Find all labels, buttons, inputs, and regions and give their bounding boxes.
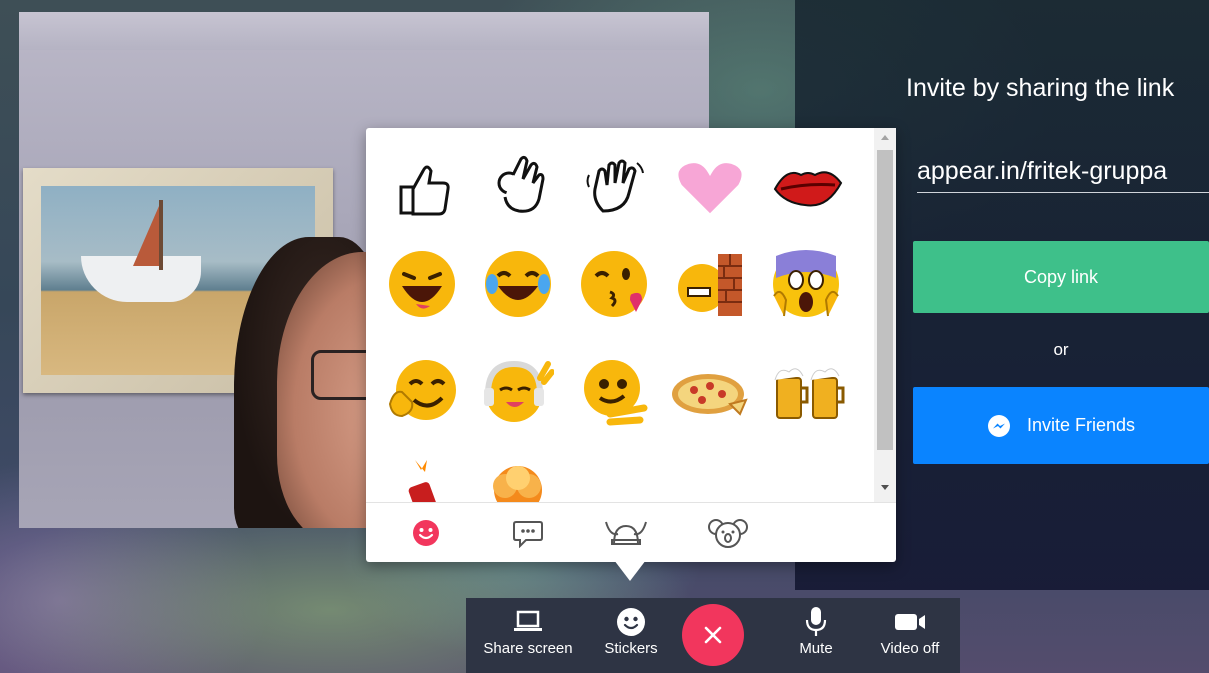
red-lips-icon [773,171,843,207]
smiley-icon [413,520,439,546]
popup-pointer-arrow [614,560,646,581]
pizza-icon [672,374,748,416]
scroll-up-arrow-icon[interactable] [881,135,889,140]
pink-heart-sticker[interactable] [670,148,750,228]
kissing-wink-sticker[interactable] [574,244,654,324]
tears-of-joy-icon [485,251,551,317]
scroll-down-arrow-icon[interactable] [881,485,889,490]
video-background-ceiling [19,12,709,50]
sticker-category-tabs [366,502,896,563]
waving-hand-icon [586,159,644,213]
red-lips-sticker[interactable] [768,148,848,228]
tears-of-joy-sticker[interactable] [478,244,558,324]
thumbs-up-icon [399,165,450,216]
sticker-scrollbar[interactable] [874,128,896,502]
screaming-face-sticker[interactable] [766,244,846,324]
close-icon [704,626,722,644]
painting-sail [133,206,159,266]
laughing-face-sticker[interactable] [382,244,462,324]
video-off-label: Video off [880,640,940,657]
tab-speech-bubble[interactable] [506,513,550,553]
ok-hand-icon [497,155,545,213]
face-hitting-wall-icon [678,254,742,316]
stickers-smiley-icon [617,608,645,636]
mute-label: Mute [799,640,833,657]
scroll-thumb[interactable] [877,150,893,450]
screaming-face-icon [773,250,839,317]
thumbs-up-smiley-icon [388,360,456,420]
sticker-picker-popup [366,128,896,562]
pointing-fingers-face-sticker[interactable] [576,352,656,432]
pointing-fingers-face-icon [584,360,648,426]
tab-viking-helmet[interactable] [604,513,648,553]
microphone-icon [805,607,827,636]
face-hitting-wall-sticker[interactable] [670,244,750,324]
stickers-label: Stickers [604,640,658,657]
explosion-sticker[interactable] [478,446,558,502]
share-screen-button[interactable]: Share screen [478,598,578,673]
beer-mugs-icon [774,368,845,419]
dynamite-sticker[interactable] [382,446,462,502]
video-off-button[interactable]: Video off [870,598,950,673]
tab-smiley[interactable] [404,513,448,553]
speech-bubble-icon [513,521,543,548]
thumbs-up-smiley-sticker[interactable] [382,352,462,432]
mute-button[interactable]: Mute [786,598,846,673]
kissing-wink-icon [581,251,647,317]
leave-call-button[interactable] [682,604,744,666]
share-screen-label: Share screen [483,640,573,657]
invite-friends-label: Invite Friends [1026,415,1136,435]
invite-title: Invite by sharing the link [906,74,1175,102]
viking-helmet-icon [605,521,647,545]
ok-hand-sticker[interactable] [478,148,558,228]
tab-koala[interactable] [706,513,750,553]
sticker-grid [366,128,874,502]
music-headphones-face-icon [484,360,554,422]
invite-friends-button[interactable]: Invite Friends [913,387,1209,464]
pizza-sticker[interactable] [670,352,750,432]
waving-hand-sticker[interactable] [576,148,656,228]
beer-mugs-sticker[interactable] [768,352,848,432]
or-divider-label: or [1053,340,1069,359]
laptop-icon [514,610,542,631]
music-headphones-face-sticker[interactable] [478,352,558,432]
stickers-button[interactable]: Stickers [596,598,666,673]
messenger-icon [987,414,1010,437]
explosion-icon [493,466,542,502]
thumbs-up-sticker[interactable] [382,148,462,228]
room-link-field[interactable]: appear.in/fritek-gruppa [917,157,1209,193]
laughing-face-icon [389,251,455,317]
copy-link-button[interactable]: Copy link [913,241,1209,313]
video-camera-icon [895,614,925,630]
pink-heart-icon [674,159,746,219]
koala-icon [708,519,748,548]
painting-mast [159,200,163,270]
dynamite-icon [408,460,441,502]
call-toolbar: Share screen Stickers Mute Video off [466,598,960,673]
